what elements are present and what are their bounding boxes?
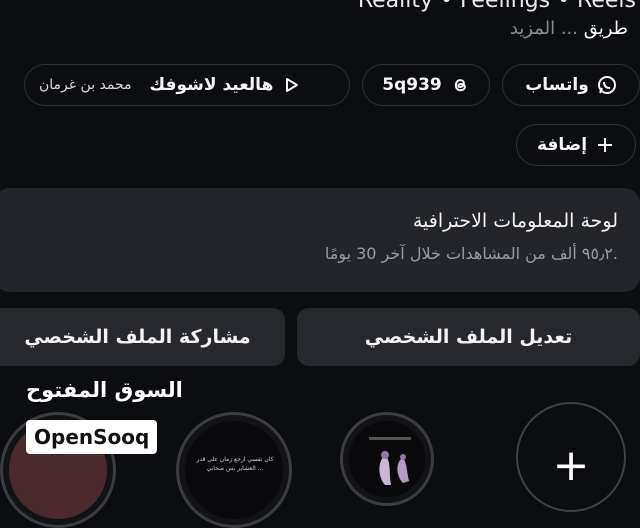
bio-text: طريق: [583, 18, 628, 39]
highlight-2[interactable]: كان نفسي ارجع زمان على قدر العشاير بس صح…: [176, 412, 292, 528]
reel-author: محمد بن غرمان: [39, 77, 132, 93]
play-icon: [281, 75, 301, 95]
profile-categories: Reality • Feelings • Reels: [357, 0, 636, 13]
threads-icon: [450, 75, 470, 95]
bio-more[interactable]: طريق ... المزيد: [510, 18, 628, 39]
add-link-chip[interactable]: إضافة: [516, 124, 636, 166]
highlight-1-image: [349, 421, 425, 497]
opensooq-arabic-logo: السوق المفتوح: [26, 378, 183, 402]
threads-chip[interactable]: 5q939: [362, 64, 490, 106]
edit-profile-button[interactable]: تعديل الملف الشخصي: [297, 308, 640, 366]
whatsapp-icon: [597, 75, 617, 95]
highlight-2-image: كان نفسي ارجع زمان على قدر العشاير بس صح…: [185, 421, 283, 519]
threads-label: 5q939: [382, 75, 442, 95]
reel-title: هالعيد لاشوفك: [149, 75, 274, 95]
opensooq-logo: OpenSooq: [26, 420, 158, 454]
highlight-1[interactable]: [340, 412, 434, 506]
whatsapp-chip[interactable]: واتساب: [502, 64, 640, 106]
dashboard-subtitle: ٩٥٫٢ ألف من المشاهدات خلال آخر 30 يومًا.: [324, 244, 618, 263]
new-highlight[interactable]: +: [516, 402, 626, 512]
add-label: إضافة: [536, 135, 588, 155]
whatsapp-label: واتساب: [525, 75, 589, 95]
more-link[interactable]: ... المزيد: [510, 18, 584, 39]
highlight-2-text: كان نفسي ارجع زمان على قدر العشاير بس صح…: [196, 456, 274, 472]
professional-dashboard-card[interactable]: لوحة المعلومات الاحترافية ٩٥٫٢ ألف من ال…: [0, 188, 640, 292]
dashboard-title: لوحة المعلومات الاحترافية: [412, 210, 618, 232]
reel-chip[interactable]: محمد بن غرمان هالعيد لاشوفك: [24, 64, 350, 106]
share-profile-button[interactable]: مشاركة الملف الشخصي: [0, 308, 285, 366]
plus-icon: [595, 135, 615, 155]
new-highlight-plus: +: [552, 440, 590, 491]
